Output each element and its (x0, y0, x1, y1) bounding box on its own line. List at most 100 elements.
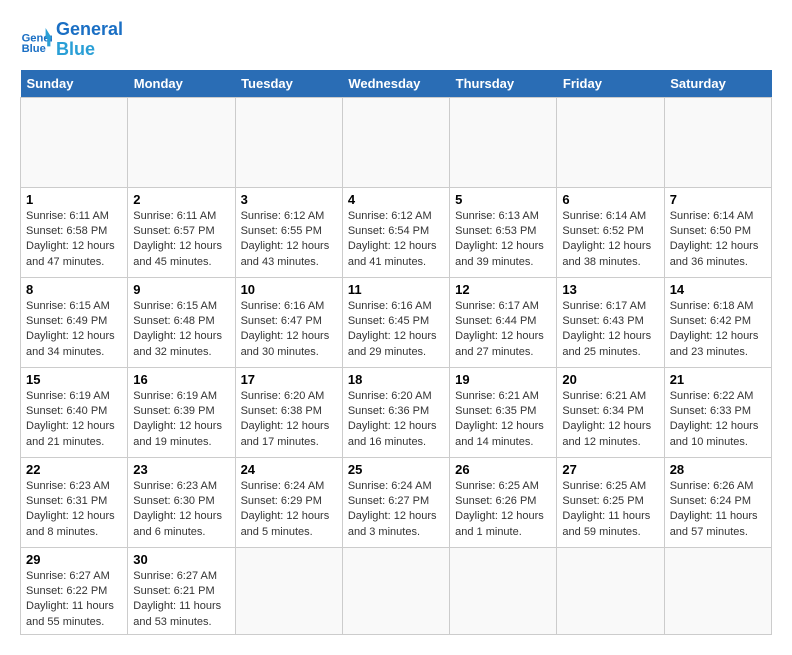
calendar-cell: 4Sunrise: 6:12 AMSunset: 6:54 PMDaylight… (342, 187, 449, 277)
calendar-cell: 11 Sunrise: 6:16 AMSunset: 6:45 PMDayligh… (342, 277, 449, 367)
calendar-cell: 28 Sunrise: 6:26 AMSunset: 6:24 PMDayligh… (664, 457, 771, 547)
day-number: 27 (562, 462, 658, 477)
calendar-cell: 23 Sunrise: 6:23 AMSunset: 6:30 PMDayligh… (128, 457, 235, 547)
calendar-week-1: 1 Sunrise: 6:11 AMSunset: 6:58 PMDaylight… (21, 187, 772, 277)
calendar-week-4: 22Sunrise: 6:23 AMSunset: 6:31 PMDayligh… (21, 457, 772, 547)
day-info: Sunrise: 6:19 AMSunset: 6:40 PMDaylight:… (26, 389, 122, 451)
day-info: Sunrise: 6:25 AMSunset: 6:26 PMDaylight:… (455, 479, 551, 541)
day-info: Sunrise: 6:21 AMSunset: 6:35 PMDaylight:… (455, 389, 551, 451)
day-info: Sunrise: 6:12 AMSunset: 6:55 PMDaylight:… (241, 209, 337, 271)
day-number: 22 (26, 462, 122, 477)
weekday-header-tuesday: Tuesday (235, 70, 342, 98)
day-number: 21 (670, 372, 766, 387)
calendar-cell: 21 Sunrise: 6:22 AMSunset: 6:33 PMDayligh… (664, 367, 771, 457)
day-info: Sunrise: 6:15 AMSunset: 6:49 PMDaylight:… (26, 299, 122, 361)
day-info: Sunrise: 6:25 AMSunset: 6:25 PMDaylight:… (562, 479, 658, 541)
calendar-cell (235, 97, 342, 187)
day-number: 9 (133, 282, 229, 297)
logo-text: GeneralBlue (56, 20, 123, 60)
day-info: Sunrise: 6:27 AMSunset: 6:21 PMDaylight:… (133, 569, 229, 631)
weekday-header-wednesday: Wednesday (342, 70, 449, 98)
day-number: 11 (348, 282, 444, 297)
day-number: 2 (133, 192, 229, 207)
day-number: 30 (133, 552, 229, 567)
weekday-header-sunday: Sunday (21, 70, 128, 98)
calendar-cell (342, 97, 449, 187)
calendar-cell: 1 Sunrise: 6:11 AMSunset: 6:58 PMDaylight… (21, 187, 128, 277)
weekday-header-monday: Monday (128, 70, 235, 98)
day-number: 24 (241, 462, 337, 477)
day-number: 1 (26, 192, 122, 207)
calendar-cell (128, 97, 235, 187)
day-number: 10 (241, 282, 337, 297)
calendar-cell (342, 547, 449, 635)
calendar-cell: 26 Sunrise: 6:25 AMSunset: 6:26 PMDayligh… (450, 457, 557, 547)
calendar-cell: 22Sunrise: 6:23 AMSunset: 6:31 PMDayligh… (21, 457, 128, 547)
calendar-week-3: 15 Sunrise: 6:19 AMSunset: 6:40 PMDayligh… (21, 367, 772, 457)
day-number: 12 (455, 282, 551, 297)
day-info: Sunrise: 6:22 AMSunset: 6:33 PMDaylight:… (670, 389, 766, 451)
svg-text:Blue: Blue (22, 43, 46, 55)
calendar-cell: 2 Sunrise: 6:11 AMSunset: 6:57 PMDaylight… (128, 187, 235, 277)
calendar-cell (450, 97, 557, 187)
day-number: 6 (562, 192, 658, 207)
day-info: Sunrise: 6:11 AMSunset: 6:57 PMDaylight:… (133, 209, 229, 271)
calendar-cell (664, 97, 771, 187)
day-info: Sunrise: 6:17 AMSunset: 6:44 PMDaylight:… (455, 299, 551, 361)
day-number: 25 (348, 462, 444, 477)
day-number: 18 (348, 372, 444, 387)
logo: General Blue GeneralBlue (20, 20, 123, 60)
calendar-week-5: 29Sunrise: 6:27 AMSunset: 6:22 PMDayligh… (21, 547, 772, 635)
day-info: Sunrise: 6:19 AMSunset: 6:39 PMDaylight:… (133, 389, 229, 451)
calendar-cell: 14Sunrise: 6:18 AMSunset: 6:42 PMDayligh… (664, 277, 771, 367)
calendar-cell: 16Sunrise: 6:19 AMSunset: 6:39 PMDayligh… (128, 367, 235, 457)
calendar-cell: 27 Sunrise: 6:25 AMSunset: 6:25 PMDayligh… (557, 457, 664, 547)
calendar-cell: 5Sunrise: 6:13 AMSunset: 6:53 PMDaylight… (450, 187, 557, 277)
calendar-cell (450, 547, 557, 635)
day-number: 17 (241, 372, 337, 387)
day-info: Sunrise: 6:23 AMSunset: 6:30 PMDaylight:… (133, 479, 229, 541)
calendar-cell (664, 547, 771, 635)
day-number: 20 (562, 372, 658, 387)
day-info: Sunrise: 6:24 AMSunset: 6:27 PMDaylight:… (348, 479, 444, 541)
day-info: Sunrise: 6:16 AMSunset: 6:45 PMDaylight:… (348, 299, 444, 361)
day-number: 4 (348, 192, 444, 207)
calendar-cell: 9 Sunrise: 6:15 AMSunset: 6:48 PMDaylight… (128, 277, 235, 367)
day-number: 26 (455, 462, 551, 477)
day-info: Sunrise: 6:20 AMSunset: 6:38 PMDaylight:… (241, 389, 337, 451)
calendar-cell: 10 Sunrise: 6:16 AMSunset: 6:47 PMDayligh… (235, 277, 342, 367)
day-info: Sunrise: 6:11 AMSunset: 6:58 PMDaylight:… (26, 209, 122, 271)
day-number: 15 (26, 372, 122, 387)
calendar-cell: 29Sunrise: 6:27 AMSunset: 6:22 PMDayligh… (21, 547, 128, 635)
calendar-cell (21, 97, 128, 187)
calendar-week-2: 8Sunrise: 6:15 AMSunset: 6:49 PMDaylight… (21, 277, 772, 367)
calendar-cell: 20Sunrise: 6:21 AMSunset: 6:34 PMDayligh… (557, 367, 664, 457)
calendar-cell: 13Sunrise: 6:17 AMSunset: 6:43 PMDayligh… (557, 277, 664, 367)
calendar-cell: 3 Sunrise: 6:12 AMSunset: 6:55 PMDaylight… (235, 187, 342, 277)
logo-icon: General Blue (20, 24, 52, 56)
day-number: 7 (670, 192, 766, 207)
day-info: Sunrise: 6:26 AMSunset: 6:24 PMDaylight:… (670, 479, 766, 541)
day-info: Sunrise: 6:14 AMSunset: 6:52 PMDaylight:… (562, 209, 658, 271)
page-header: General Blue GeneralBlue (20, 20, 772, 60)
calendar-cell: 17 Sunrise: 6:20 AMSunset: 6:38 PMDayligh… (235, 367, 342, 457)
day-info: Sunrise: 6:27 AMSunset: 6:22 PMDaylight:… (26, 569, 122, 631)
calendar-table: SundayMondayTuesdayWednesdayThursdayFrid… (20, 70, 772, 636)
day-info: Sunrise: 6:16 AMSunset: 6:47 PMDaylight:… (241, 299, 337, 361)
weekday-header-row: SundayMondayTuesdayWednesdayThursdayFrid… (21, 70, 772, 98)
day-number: 3 (241, 192, 337, 207)
day-info: Sunrise: 6:14 AMSunset: 6:50 PMDaylight:… (670, 209, 766, 271)
calendar-cell (557, 547, 664, 635)
day-number: 28 (670, 462, 766, 477)
calendar-body: 1 Sunrise: 6:11 AMSunset: 6:58 PMDaylight… (21, 97, 772, 635)
calendar-cell: 12 Sunrise: 6:17 AMSunset: 6:44 PMDayligh… (450, 277, 557, 367)
day-info: Sunrise: 6:20 AMSunset: 6:36 PMDaylight:… (348, 389, 444, 451)
calendar-cell: 7 Sunrise: 6:14 AMSunset: 6:50 PMDaylight… (664, 187, 771, 277)
weekday-header-saturday: Saturday (664, 70, 771, 98)
day-number: 23 (133, 462, 229, 477)
weekday-header-thursday: Thursday (450, 70, 557, 98)
calendar-cell (557, 97, 664, 187)
day-info: Sunrise: 6:15 AMSunset: 6:48 PMDaylight:… (133, 299, 229, 361)
calendar-cell: 15 Sunrise: 6:19 AMSunset: 6:40 PMDayligh… (21, 367, 128, 457)
calendar-cell (235, 547, 342, 635)
